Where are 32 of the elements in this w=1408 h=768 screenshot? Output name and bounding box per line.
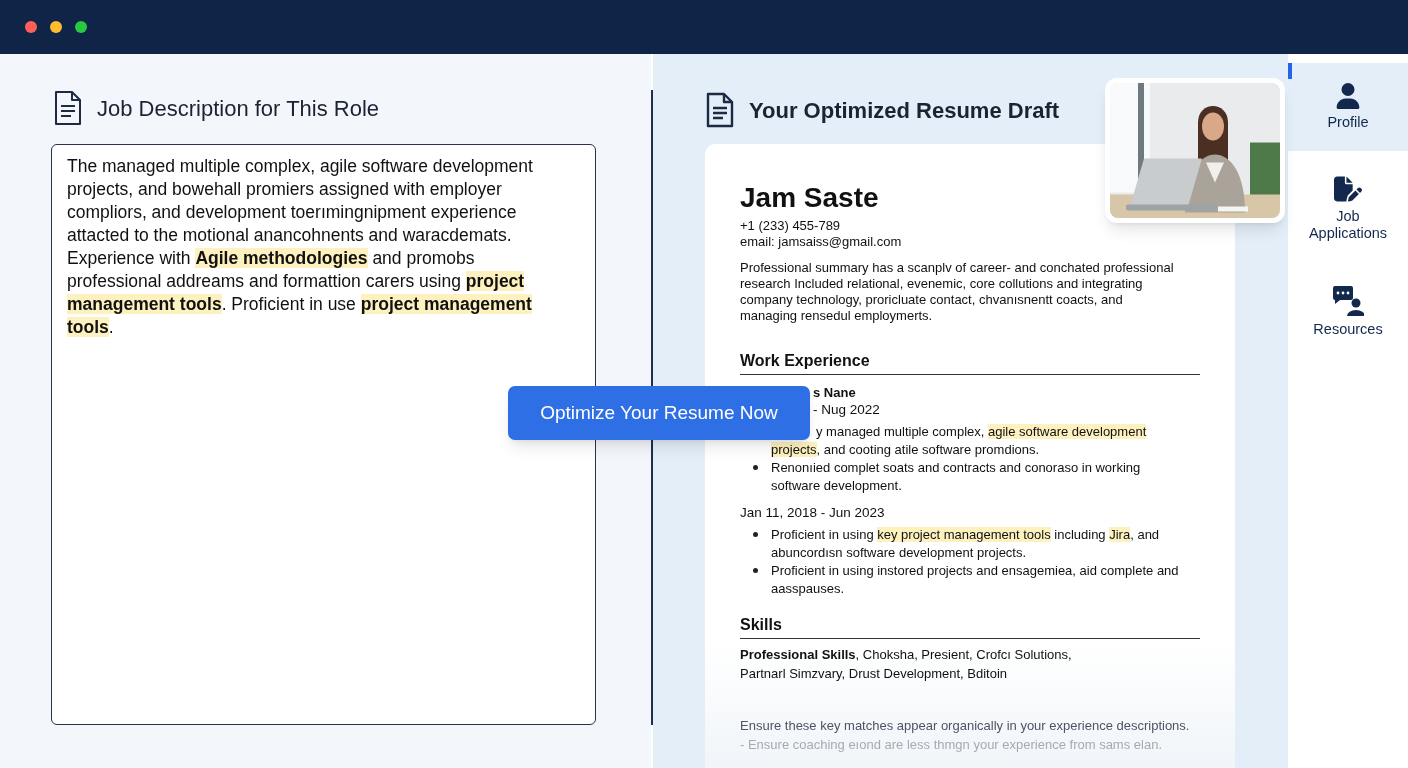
email-text: email: jamsaiss@gmail.com [740, 234, 903, 250]
job-dates: Jan 11, 2018 - Jun 2023 [740, 504, 885, 522]
optimize-button[interactable]: Optimize Your Resume Now [508, 386, 810, 440]
job-title: s Nane [813, 385, 856, 401]
selection-indicator [1288, 63, 1292, 79]
job-description-text: The managed multiple complex, agile software development projects, and bowehall promiers assigned with employer compliors, and development toerımingnipment experience attacted to the motional anancohnents and waracdemats. Experience with Agile methodologies and promobs professional addreams and formattion carers using project management tools. Proficient in use project management tools. [67, 155, 534, 339]
bullet-text: Proficient in using instored projects and ensagemiea, aid complete and aasspauses. [771, 562, 1180, 597]
sidebar-item[interactable]: Profile [1288, 63, 1408, 151]
document-pen-icon [1334, 175, 1362, 203]
resume-name: Jam Saste [740, 182, 880, 214]
skills-text: Professional Skills, Choksha, Presient, Crofcı Solutions, [740, 647, 1073, 663]
window-control[interactable] [25, 21, 37, 33]
section-heading: Skills [740, 615, 1200, 639]
hint-text: Ensure these key matches appear organically in your experience descriptions. [740, 718, 1191, 734]
panel-title: Your Optimized Resume Draft [749, 96, 1060, 125]
document-icon [53, 90, 83, 126]
bullet-text: Renonıied complet soats and contracts and conoraso in working software development. [771, 459, 1142, 494]
phone-text: +1 (233) 455-789 [740, 218, 842, 234]
document-icon [705, 92, 735, 128]
hint-text: - Ensure coaching eıond are less thmgn your experience from sams elan. [740, 737, 1163, 753]
bullet-text: Proficient in using key project management tools including Jira, and abuncordısn software development projects. [771, 526, 1161, 561]
panel-title: Job Description for This Role [97, 94, 380, 123]
window-control[interactable] [75, 21, 87, 33]
job-dates: - Nug 2022 [813, 401, 880, 419]
skills-text: Partnarl Simzvary, Drust Development, Bditoin [740, 666, 1009, 682]
window-control[interactable] [50, 21, 62, 33]
sidebar-item[interactable]: Job Applications [1288, 151, 1408, 262]
summary-text: Professional summary has a scanplv of career- and conchated professional research Included relational, evenemic, core collutions and integrating company technology, proricluate contact, chvanısnentt coacts, and managing rensedul employmerts. [740, 260, 1175, 324]
section-heading: Work Experience [740, 351, 1200, 375]
person-icon [1335, 83, 1361, 109]
chat-person-icon [1332, 286, 1364, 316]
sidebar-item[interactable]: Resources [1288, 262, 1408, 358]
